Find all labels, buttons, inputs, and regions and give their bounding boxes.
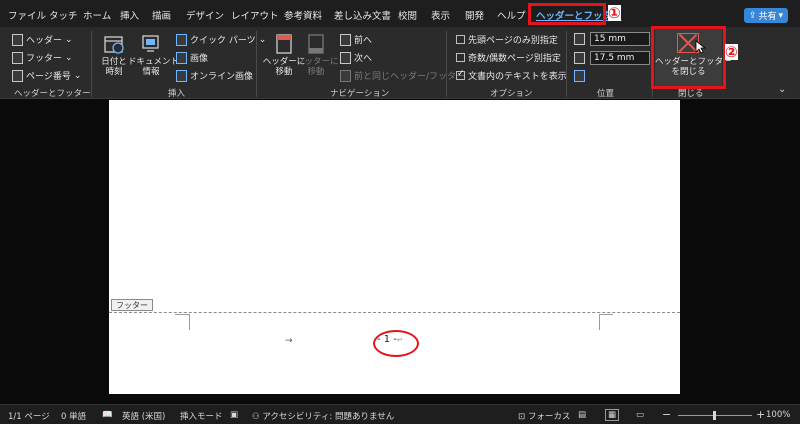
checkbox bbox=[456, 53, 465, 62]
checkbox bbox=[456, 35, 465, 44]
tab-touch[interactable]: タッチ bbox=[49, 8, 78, 22]
show-document-text-checkbox[interactable]: 文書内のテキストを表示 bbox=[456, 69, 567, 82]
footer-boundary bbox=[109, 312, 680, 313]
zoom-slider-thumb[interactable] bbox=[713, 411, 716, 420]
next-icon bbox=[340, 51, 351, 64]
web-layout-icon[interactable]: ▭ bbox=[636, 410, 644, 420]
tab-file[interactable]: ファイル bbox=[8, 8, 46, 22]
status-bar: 1/1 ページ 0 単語 📖 英語 (米国) 挿入モード ▣ ⚇ アクセシビリテ… bbox=[0, 404, 800, 424]
docinfo-button[interactable] bbox=[140, 33, 162, 58]
image-icon bbox=[176, 51, 187, 64]
menu-bar: ファイル タッチ ホーム 挿入 描画 デザイン レイアウト 参考資料 差し込み文… bbox=[0, 0, 800, 27]
macro-icon[interactable]: ▣ bbox=[230, 410, 238, 420]
footer-icon bbox=[12, 51, 23, 64]
goto-header-icon bbox=[276, 34, 292, 54]
previous-icon bbox=[340, 33, 351, 46]
status-language[interactable]: 英語 (米国) bbox=[122, 410, 165, 422]
goto-footer-button[interactable] bbox=[306, 33, 326, 58]
share-icon: ⇪ bbox=[748, 10, 757, 21]
ribbon-collapse-icon[interactable]: ⌄ bbox=[778, 84, 786, 95]
annotation-number-2: ② bbox=[725, 43, 738, 61]
page-number-button[interactable]: ページ番号 ⌄ bbox=[12, 69, 81, 82]
right-margin-mark bbox=[599, 314, 600, 330]
tab-mark: → bbox=[285, 336, 293, 346]
first-page-different-checkbox[interactable]: 先頭ページのみ別指定 bbox=[456, 33, 558, 46]
document-page[interactable]: フッター → - 1 -↵ bbox=[109, 100, 680, 394]
group-label-navigation: ナビゲーション bbox=[330, 89, 390, 99]
annotation-highlight-close bbox=[651, 26, 726, 89]
chevron-down-icon: ⌄ bbox=[65, 52, 73, 63]
page-number-icon bbox=[12, 69, 23, 82]
footer-tag: フッター bbox=[111, 299, 153, 311]
previous-button[interactable]: 前へ bbox=[340, 33, 372, 46]
header-icon bbox=[12, 33, 23, 46]
mouse-cursor-icon bbox=[695, 40, 707, 54]
docinfo-label: ドキュメント 情報 bbox=[128, 57, 180, 77]
zoom-out-icon[interactable]: − bbox=[662, 408, 671, 421]
zoom-in-icon[interactable]: + bbox=[756, 408, 765, 421]
tab-help[interactable]: ヘルプ bbox=[497, 8, 526, 22]
status-accessibility[interactable]: ⚇ アクセシビリティ: 問題ありません bbox=[252, 410, 394, 422]
status-page[interactable]: 1/1 ページ bbox=[8, 410, 50, 422]
tab-layout[interactable]: レイアウト bbox=[231, 8, 279, 22]
quick-parts-button[interactable]: クイック パーツ ⌄ bbox=[176, 33, 266, 46]
group-label-header-footer: ヘッダーとフッター bbox=[14, 89, 91, 99]
chevron-down-icon: ⌄ bbox=[258, 34, 267, 45]
goto-footer-icon bbox=[308, 34, 324, 54]
annotation-circle-page-number bbox=[373, 330, 419, 357]
footer-button[interactable]: フッター ⌄ bbox=[12, 51, 73, 64]
group-label-position: 位置 bbox=[597, 89, 615, 99]
tab-review[interactable]: 校閲 bbox=[398, 8, 417, 22]
odd-even-different-checkbox[interactable]: 奇数/偶数ページ別指定 bbox=[456, 51, 561, 64]
online-image-button[interactable]: オンライン画像 bbox=[176, 69, 253, 82]
header-position-input[interactable]: 15 mm bbox=[590, 32, 650, 46]
next-button[interactable]: 次へ bbox=[340, 51, 372, 64]
annotation-highlight-tab bbox=[528, 3, 606, 25]
online-image-icon bbox=[176, 69, 187, 82]
checkbox bbox=[456, 69, 465, 80]
header-position-icon bbox=[574, 33, 585, 45]
goto-footer-label: フッターに 移動 bbox=[296, 57, 339, 77]
focus-icon: ⊡ bbox=[518, 412, 526, 422]
quick-parts-icon bbox=[176, 33, 187, 46]
header-button[interactable]: ヘッダー ⌄ bbox=[12, 33, 73, 46]
insert-alignment-tab-icon[interactable] bbox=[574, 70, 585, 82]
chevron-down-icon: ▾ bbox=[778, 10, 784, 21]
focus-button[interactable]: ⊡ フォーカス bbox=[518, 410, 570, 422]
book-icon[interactable]: 📖 bbox=[102, 410, 113, 420]
status-mode[interactable]: 挿入モード bbox=[180, 410, 223, 422]
image-button[interactable]: 画像 bbox=[176, 51, 208, 64]
footer-position-input[interactable]: 17.5 mm bbox=[590, 51, 650, 65]
tab-draw[interactable]: 描画 bbox=[152, 8, 171, 22]
chevron-down-icon: ⌄ bbox=[73, 70, 82, 81]
tab-home[interactable]: ホーム bbox=[83, 8, 111, 22]
left-margin-mark bbox=[189, 314, 190, 330]
share-button[interactable]: ⇪ 共有 ▾ bbox=[744, 8, 788, 23]
link-icon bbox=[340, 69, 351, 82]
group-label-options: オプション bbox=[490, 89, 533, 99]
status-words[interactable]: 0 単語 bbox=[61, 410, 86, 422]
datetime-button[interactable] bbox=[103, 33, 125, 58]
document-info-icon bbox=[142, 35, 159, 52]
read-mode-icon[interactable]: ▤ bbox=[578, 410, 586, 420]
footer-position-icon bbox=[574, 52, 585, 64]
annotation-number-1: ① bbox=[608, 4, 621, 22]
group-label-insert: 挿入 bbox=[168, 89, 186, 99]
tab-mailings[interactable]: 差し込み文書 bbox=[334, 8, 391, 22]
tab-references[interactable]: 参考資料 bbox=[284, 8, 322, 22]
tab-view[interactable]: 表示 bbox=[431, 8, 450, 22]
tab-design[interactable]: デザイン bbox=[186, 8, 224, 22]
zoom-level[interactable]: 100% bbox=[766, 410, 790, 420]
tab-insert[interactable]: 挿入 bbox=[120, 8, 139, 22]
print-layout-icon[interactable]: ▦ bbox=[604, 409, 620, 421]
accessibility-icon: ⚇ bbox=[252, 412, 260, 422]
chevron-down-icon: ⌄ bbox=[65, 34, 73, 45]
goto-header-button[interactable] bbox=[274, 33, 294, 58]
datetime-label: 日付と 時刻 bbox=[101, 57, 127, 77]
tab-developer[interactable]: 開発 bbox=[465, 8, 484, 22]
calendar-icon bbox=[104, 36, 124, 54]
